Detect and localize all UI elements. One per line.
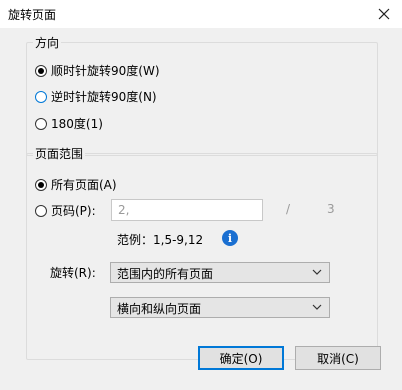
title-bar: 旋转页面: [0, 0, 402, 28]
radio-counterclockwise[interactable]: 逆时针旋转90度(N): [35, 88, 157, 105]
page-code-input[interactable]: 2,: [111, 199, 263, 221]
cancel-button[interactable]: 取消(C): [295, 346, 381, 370]
radio-180[interactable]: 180度(1): [35, 115, 103, 132]
radio-page-code-indicator[interactable]: [35, 204, 47, 217]
dialog-title: 旋转页面: [8, 8, 57, 22]
radio-counterclockwise-indicator[interactable]: [35, 90, 47, 103]
radio-page-code-label: 页码(P):: [51, 204, 96, 218]
radio-clockwise-label: 顺时针旋转90度(W): [51, 64, 160, 78]
radio-all-pages-indicator[interactable]: [35, 178, 47, 191]
radio-all-pages[interactable]: 所有页面(A): [35, 176, 117, 193]
orientation-select[interactable]: 横向和纵向页面: [110, 297, 330, 318]
radio-180-label: 180度(1): [51, 117, 103, 131]
close-button[interactable]: [366, 0, 402, 28]
radio-all-pages-label: 所有页面(A): [51, 178, 117, 192]
rotate-label: 旋转(R):: [50, 266, 96, 280]
radio-clockwise[interactable]: 顺时针旋转90度(W): [35, 62, 160, 79]
chevron-down-icon: [312, 269, 322, 275]
dialog-body: 方向 顺时针旋转90度(W) 逆时针旋转90度(N) 180度(1) 页面范围 …: [0, 28, 402, 390]
ok-button[interactable]: 确定(O): [198, 346, 284, 370]
radio-clockwise-indicator[interactable]: [35, 64, 47, 77]
rotate-pages-select-value: 范围内的所有页面: [117, 267, 214, 281]
page-range-legend: 页面范围: [33, 145, 86, 162]
close-icon: [378, 8, 390, 20]
direction-legend: 方向: [33, 34, 62, 51]
example-text: 范例：1,5-9,12: [117, 233, 204, 247]
radio-180-indicator[interactable]: [35, 117, 47, 130]
page-separator: /: [286, 202, 291, 216]
radio-page-code[interactable]: 页码(P):: [35, 202, 96, 219]
orientation-select-value: 横向和纵向页面: [117, 302, 202, 316]
rotate-pages-select[interactable]: 范围内的所有页面: [110, 262, 330, 283]
chevron-down-icon: [312, 304, 322, 310]
total-pages: 3: [327, 202, 335, 216]
info-icon[interactable]: i: [222, 230, 238, 246]
radio-counterclockwise-label: 逆时针旋转90度(N): [51, 90, 157, 104]
